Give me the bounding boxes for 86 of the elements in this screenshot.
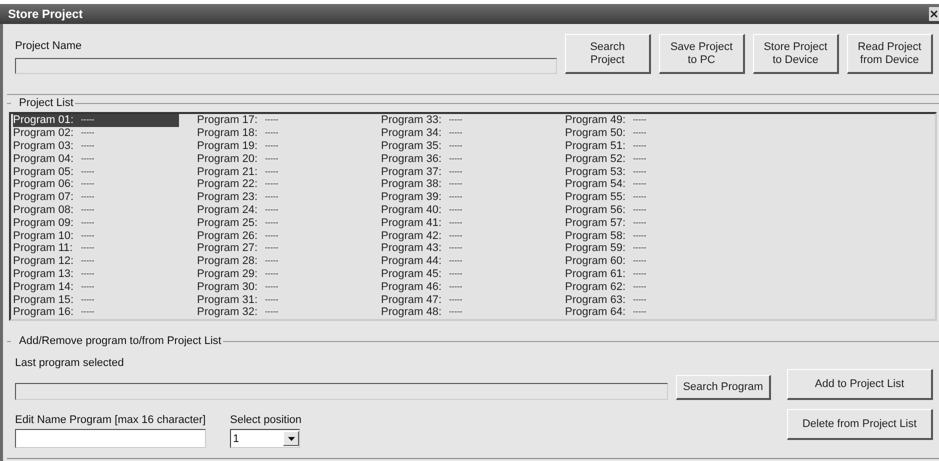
edit-name-field[interactable] [15,429,206,448]
program-item[interactable]: Program 05: ----- [13,165,197,178]
program-item[interactable]: Program 11: ----- [13,242,197,255]
program-item[interactable]: Program 47: ----- [381,293,565,306]
program-item[interactable]: Program 25: ----- [197,216,381,230]
program-item[interactable]: Program 63: ----- [565,293,749,306]
program-item[interactable]: Program 52: ----- [565,152,749,166]
field-label: Last program selected [15,357,125,369]
program-item[interactable]: Program 57: ----- [565,216,749,230]
caret-icon [288,436,294,440]
program-item[interactable]: Program 18: ----- [197,126,381,140]
program-item[interactable]: Program 21: ----- [197,165,381,178]
program-item[interactable]: Program 36: ----- [381,152,565,166]
program-item[interactable]: Program 48: ----- [381,306,565,319]
program-item[interactable]: Program 01: ----- [13,114,179,127]
program-item[interactable]: Program 43: ----- [381,242,565,255]
program-item[interactable]: Program 03: ----- [13,140,197,152]
action-button[interactable]: Read Project from Device [847,34,933,74]
delete-button[interactable]: Delete from Project List [787,409,933,440]
program-item[interactable]: Program 56: ----- [565,204,749,216]
last-program-field[interactable] [15,383,668,400]
program-item[interactable]: Program 46: ----- [381,280,565,294]
program-item[interactable]: Program 27: ----- [197,242,381,255]
program-item[interactable]: Program 40: ----- [381,204,565,216]
program-item[interactable]: Program 20: ----- [197,152,381,166]
program-item[interactable]: Program 33: ----- [381,114,565,127]
program-item[interactable]: Program 49: ----- [565,114,749,127]
program-item[interactable]: Program 44: ----- [381,254,565,268]
project-name-field[interactable] [15,58,557,74]
group-title: Project List [18,97,74,109]
program-item[interactable]: Program 31: ----- [197,293,381,306]
program-item[interactable]: Program 23: ----- [197,190,381,204]
program-item[interactable]: Program 29: ----- [197,268,381,280]
program-item[interactable]: Program 50: ----- [565,126,749,140]
program-item[interactable]: Program 62: ----- [565,280,749,294]
close-button[interactable] [929,7,939,21]
program-item[interactable]: Program 19: ----- [197,140,381,152]
program-item[interactable]: Program 13: ----- [13,268,197,280]
action-button[interactable]: Store Project to Device [753,34,839,74]
position-select[interactable]: 1 [230,429,300,448]
program-item[interactable]: Program 02: ----- [13,126,197,140]
program-item[interactable]: Program 59: ----- [565,242,749,255]
program-item[interactable]: Program 12: ----- [13,254,197,268]
field-label: Edit Name Program [max 16 character] [15,414,206,426]
field-label: Project Name [15,40,83,52]
program-item[interactable]: Program 54: ----- [565,178,749,191]
search-program-button[interactable]: Search Program [676,375,771,400]
program-item[interactable]: Program 32: ----- [197,306,381,319]
add-button[interactable]: Add to Project List [787,369,933,400]
program-item[interactable]: Program 61: ----- [565,268,749,280]
program-item[interactable]: Program 38: ----- [381,178,565,191]
program-item[interactable]: Program 22: ----- [197,178,381,191]
program-item[interactable]: Program 34: ----- [381,126,565,140]
program-item[interactable]: Program 53: ----- [565,165,749,178]
program-item[interactable]: Program 58: ----- [565,229,749,242]
program-item[interactable]: Program 37: ----- [381,165,565,178]
dropdown-button[interactable] [283,431,299,446]
program-item[interactable]: Program 45: ----- [381,268,565,280]
program-item[interactable]: Program 39: ----- [381,190,565,204]
program-item[interactable]: Program 55: ----- [565,190,749,204]
field-label: Select position [230,414,302,426]
program-item[interactable]: Program 35: ----- [381,140,565,152]
program-item[interactable]: Program 15: ----- [13,293,197,306]
program-item[interactable]: Program 07: ----- [13,190,197,204]
window-title: Store Project [8,7,83,21]
program-item[interactable]: Program 30: ----- [197,280,381,294]
program-item[interactable]: Program 64: ----- [565,306,749,319]
program-item[interactable]: Program 08: ----- [13,204,197,216]
program-item[interactable]: Program 16: ----- [13,306,197,319]
program-item[interactable]: Program 26: ----- [197,229,381,242]
program-item[interactable]: Program 04: ----- [13,152,197,166]
program-item[interactable]: Program 24: ----- [197,204,381,216]
program-item[interactable]: Program 51: ----- [565,140,749,152]
action-button[interactable]: Save Project to PC [659,34,745,74]
program-item[interactable]: Program 06: ----- [13,178,197,191]
group-title: Add/Remove program to/from Project List [18,335,222,347]
program-item[interactable]: Program 28: ----- [197,254,381,268]
program-item[interactable]: Program 17: ----- [197,114,381,127]
program-item[interactable]: Program 14: ----- [13,280,197,294]
program-item[interactable]: Program 42: ----- [381,229,565,242]
program-item[interactable]: Program 10: ----- [13,229,197,242]
program-item[interactable]: Program 09: ----- [13,216,197,230]
program-item[interactable]: Program 41: ----- [381,216,565,230]
program-item[interactable]: Program 60: ----- [565,254,749,268]
close-icon [930,10,938,18]
action-button[interactable]: Search Project [565,34,651,74]
